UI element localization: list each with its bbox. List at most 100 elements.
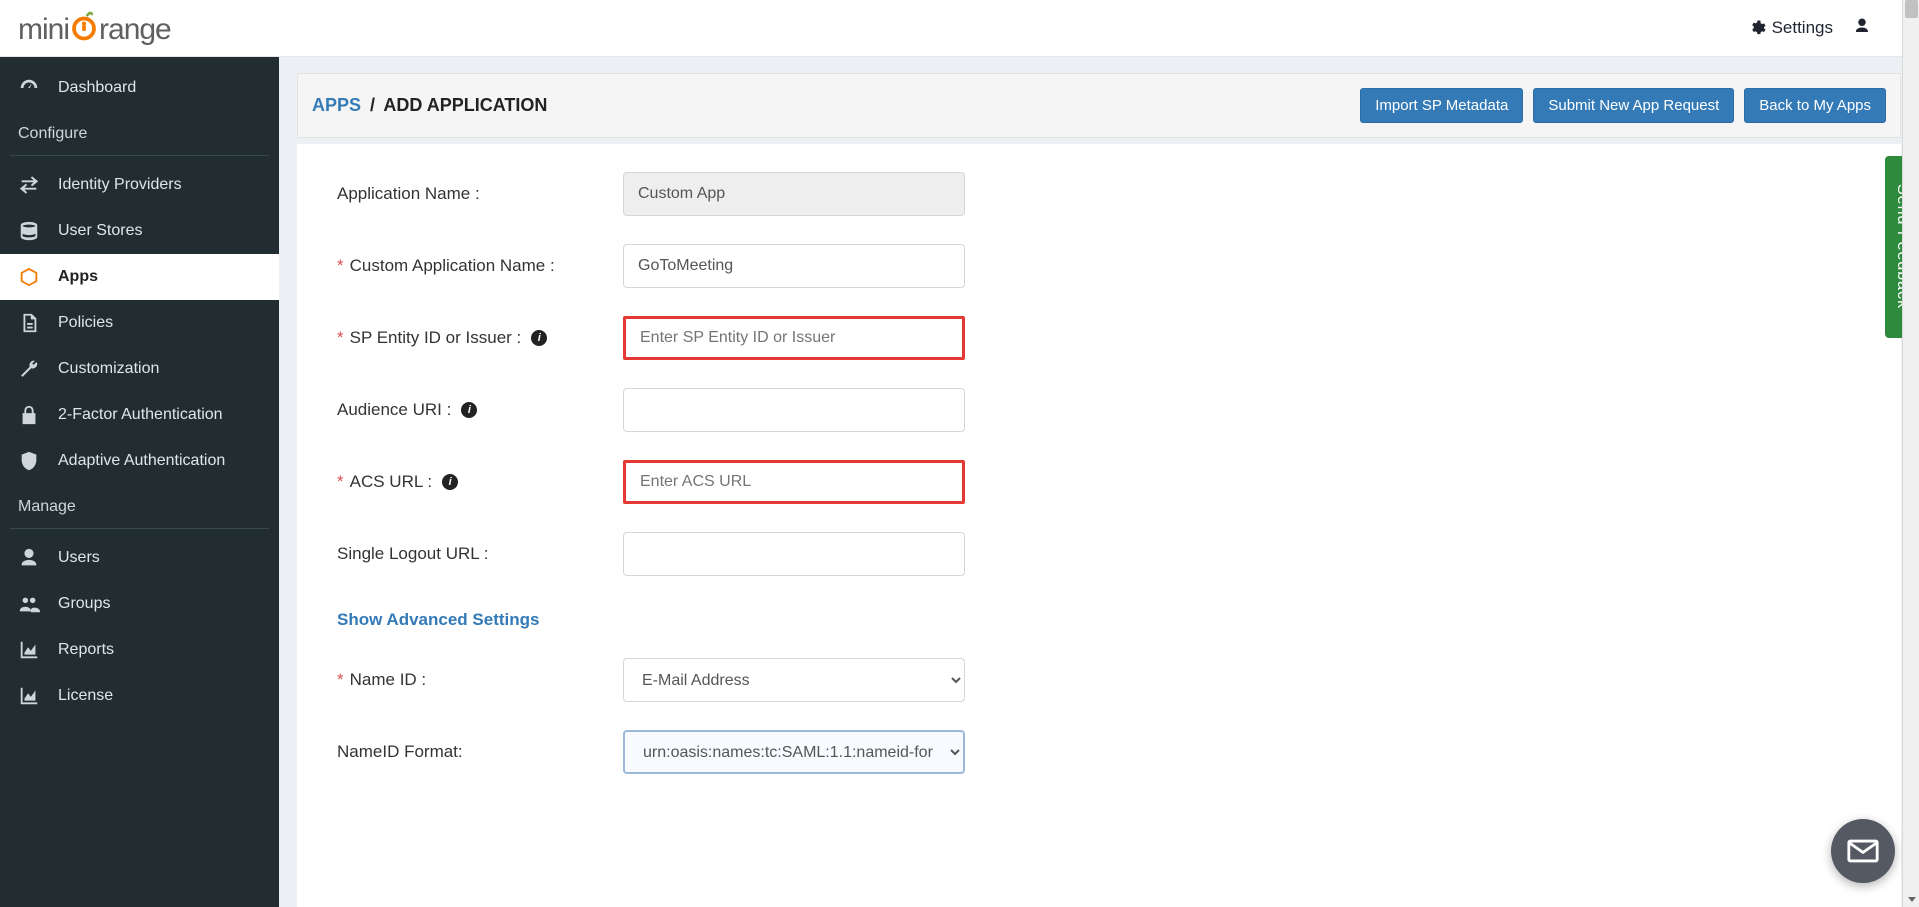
sidebar-item-customization[interactable]: Customization [0, 346, 279, 392]
mail-icon [1846, 834, 1880, 868]
user-icon [18, 547, 40, 569]
breadcrumb: APPS / ADD APPLICATION [312, 95, 547, 116]
import-metadata-button[interactable]: Import SP Metadata [1360, 88, 1523, 123]
logo-text-o [69, 11, 99, 49]
sidebar-item-label: Customization [58, 360, 159, 378]
gear-icon [1748, 19, 1766, 37]
topbar-right: Settings [1748, 17, 1901, 40]
acs-url-input[interactable] [623, 460, 965, 504]
exchange-icon [18, 174, 40, 196]
dashboard-icon [18, 77, 40, 99]
sidebar-section-configure: Configure [0, 111, 279, 149]
sidebar: Dashboard Configure Identity Providers U… [0, 57, 279, 907]
label-slo-url: Single Logout URL : [337, 544, 623, 564]
sidebar-item-label: Users [58, 549, 100, 567]
sidebar-item-label: Adaptive Authentication [58, 452, 225, 470]
required-mark: * [337, 472, 344, 492]
sidebar-item-policies[interactable]: Policies [0, 300, 279, 346]
required-mark: * [337, 670, 344, 690]
sidebar-item-label: License [58, 687, 113, 705]
name-id-select[interactable]: E-Mail Address [623, 658, 965, 702]
row-nameid-format: NameID Format: urn:oasis:names:tc:SAML:1… [337, 730, 1861, 774]
application-name-input [623, 172, 965, 216]
label-nameid-format: NameID Format: [337, 742, 623, 762]
required-mark: * [337, 256, 344, 276]
user-menu-button[interactable] [1853, 17, 1871, 40]
label-application-name: Application Name : [337, 184, 623, 204]
chart-icon [18, 685, 40, 707]
sidebar-item-users[interactable]: Users [0, 535, 279, 581]
sidebar-section-manage: Manage [0, 484, 279, 522]
sidebar-item-reports[interactable]: Reports [0, 627, 279, 673]
logo-text-range: range [99, 13, 171, 47]
users-icon [18, 593, 40, 615]
sidebar-item-label: Groups [58, 595, 110, 613]
row-custom-app-name: * Custom Application Name : [337, 244, 1861, 288]
main-content: APPS / ADD APPLICATION Import SP Metadat… [279, 57, 1919, 907]
user-icon [1853, 17, 1871, 35]
back-to-apps-button[interactable]: Back to My Apps [1744, 88, 1886, 123]
row-acs-url: * ACS URL : i [337, 460, 1861, 504]
sidebar-item-label: Identity Providers [58, 176, 182, 194]
label-name-id: * Name ID : [337, 670, 623, 690]
nameid-format-select[interactable]: urn:oasis:names:tc:SAML:1.1:nameid-forma… [623, 730, 965, 774]
sidebar-item-adaptive-auth[interactable]: Adaptive Authentication [0, 438, 279, 484]
divider [10, 528, 269, 529]
label-acs-url: * ACS URL : i [337, 472, 623, 492]
breadcrumb-current: ADD APPLICATION [383, 95, 547, 115]
submit-new-app-button[interactable]: Submit New App Request [1533, 88, 1734, 123]
cube-icon [18, 266, 40, 288]
logo[interactable]: mini range [18, 9, 171, 47]
breadcrumb-separator: / [370, 95, 375, 115]
sidebar-item-label: Apps [58, 268, 98, 286]
sidebar-item-identity-providers[interactable]: Identity Providers [0, 162, 279, 208]
sidebar-item-label: User Stores [58, 222, 142, 240]
custom-app-name-input[interactable] [623, 244, 965, 288]
required-mark: * [337, 328, 344, 348]
form-panel: Application Name : * Custom Application … [297, 144, 1901, 907]
row-application-name: Application Name : [337, 172, 1861, 216]
sidebar-item-user-stores[interactable]: User Stores [0, 208, 279, 254]
mail-fab-button[interactable] [1831, 819, 1895, 883]
lock-icon [18, 404, 40, 426]
settings-label: Settings [1772, 18, 1833, 38]
audience-uri-input[interactable] [623, 388, 965, 432]
sidebar-item-label: Dashboard [58, 79, 136, 97]
header-buttons: Import SP Metadata Submit New App Reques… [1360, 88, 1886, 123]
sp-entity-id-input[interactable] [623, 316, 965, 360]
divider [10, 155, 269, 156]
scrollbar-thumb[interactable] [1905, 0, 1918, 18]
chart-icon [18, 639, 40, 661]
slo-url-input[interactable] [623, 532, 965, 576]
label-sp-entity-id: * SP Entity ID or Issuer : i [337, 328, 623, 348]
breadcrumb-apps-link[interactable]: APPS [312, 95, 361, 115]
settings-link[interactable]: Settings [1748, 18, 1833, 38]
document-icon [18, 312, 40, 334]
label-audience-uri: Audience URI : i [337, 400, 623, 420]
database-icon [18, 220, 40, 242]
row-audience-uri: Audience URI : i [337, 388, 1861, 432]
logo-text-mini: mini [18, 13, 69, 47]
row-slo-url: Single Logout URL : [337, 532, 1861, 576]
sidebar-item-label: Reports [58, 641, 114, 659]
label-custom-app-name: * Custom Application Name : [337, 256, 623, 276]
browser-scrollbar[interactable] [1902, 0, 1919, 907]
page-header: APPS / ADD APPLICATION Import SP Metadat… [297, 73, 1901, 138]
sidebar-item-dashboard[interactable]: Dashboard [0, 65, 279, 111]
show-advanced-settings-link[interactable]: Show Advanced Settings [337, 610, 539, 630]
sidebar-item-label: 2-Factor Authentication [58, 406, 223, 424]
sidebar-item-label: Policies [58, 314, 113, 332]
info-icon[interactable]: i [442, 474, 458, 490]
sidebar-item-groups[interactable]: Groups [0, 581, 279, 627]
info-icon[interactable]: i [531, 330, 547, 346]
info-icon[interactable]: i [461, 402, 477, 418]
sidebar-item-2fa[interactable]: 2-Factor Authentication [0, 392, 279, 438]
topbar: mini range Settings [0, 0, 1919, 57]
sidebar-item-apps[interactable]: Apps [0, 254, 279, 300]
wrench-icon [18, 358, 40, 380]
row-sp-entity-id: * SP Entity ID or Issuer : i [337, 316, 1861, 360]
sidebar-item-license[interactable]: License [0, 673, 279, 719]
shield-icon [18, 450, 40, 472]
scroll-down-arrow-icon[interactable] [1903, 890, 1919, 907]
row-name-id: * Name ID : E-Mail Address [337, 658, 1861, 702]
